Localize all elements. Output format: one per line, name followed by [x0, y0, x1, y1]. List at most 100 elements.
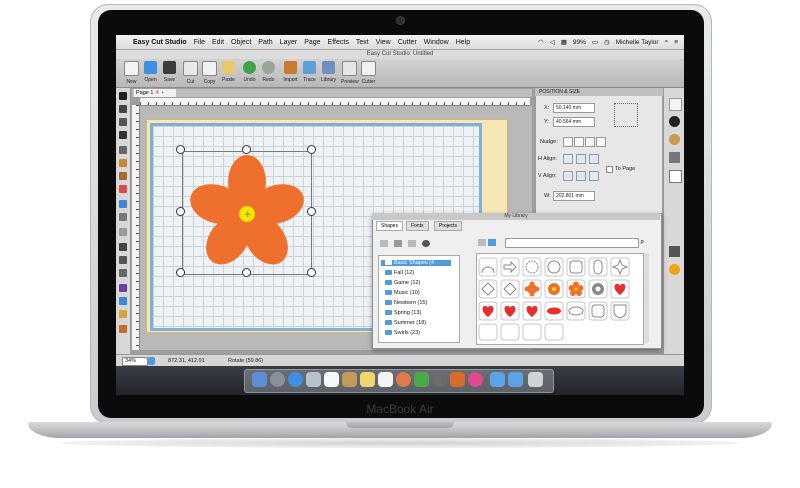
- downloads-folder-icon[interactable]: [490, 372, 505, 387]
- align-left-button[interactable]: [563, 154, 573, 164]
- hand-tool-icon[interactable]: [119, 325, 127, 333]
- battery-percent[interactable]: 99%: [573, 39, 586, 46]
- shape-thumb-pill[interactable]: [588, 257, 608, 277]
- toolbar-preview-button[interactable]: Preview: [341, 61, 359, 85]
- toolbar-open-button[interactable]: Open: [142, 61, 159, 83]
- toolbar-undo-button[interactable]: Undo: [241, 61, 258, 83]
- shape-thumb-arch[interactable]: [478, 257, 498, 277]
- library-tab-shapes[interactable]: Shapes: [376, 221, 403, 231]
- pen-tool-icon[interactable]: [119, 243, 127, 251]
- nudge-left-button[interactable]: [563, 137, 573, 147]
- documents-folder-icon[interactable]: [508, 372, 523, 387]
- shape-thumb-heart-2[interactable]: [478, 301, 498, 321]
- shape-thumb-partial-2[interactable]: [500, 323, 520, 341]
- add-page-icon[interactable]: +: [161, 90, 164, 96]
- shape-thumb-shield[interactable]: [610, 301, 630, 321]
- library-search-input[interactable]: [505, 238, 639, 248]
- duplicate-icon[interactable]: [408, 240, 416, 247]
- wifi-icon[interactable]: ◠: [538, 38, 544, 46]
- reference-point-selector[interactable]: [614, 103, 638, 127]
- rectangle-tool-icon[interactable]: [119, 200, 127, 208]
- tree-item-fall[interactable]: Fall (12): [385, 270, 414, 276]
- shape-thumb-gear[interactable]: [588, 279, 608, 299]
- x-input[interactable]: 50.140 mm: [553, 103, 595, 113]
- align-center-button[interactable]: [576, 154, 586, 164]
- tree-item-swirls[interactable]: Swirls (23): [385, 330, 420, 336]
- shape-thumb-oval[interactable]: [566, 301, 586, 321]
- contacts-icon[interactable]: [342, 372, 357, 387]
- shape-thumb-star4[interactable]: [610, 257, 630, 277]
- menu-page[interactable]: Page: [304, 39, 320, 46]
- menu-cutter[interactable]: Cutter: [398, 39, 417, 46]
- knife-tool-icon[interactable]: [119, 146, 127, 154]
- menu-help[interactable]: Help: [456, 39, 470, 46]
- menu-layer[interactable]: Layer: [280, 39, 298, 46]
- toolbar-cutter-button[interactable]: Cutter: [360, 61, 377, 85]
- shape-thumb-circle[interactable]: [544, 257, 564, 277]
- shape-thumb-lips[interactable]: [544, 301, 564, 321]
- mail-icon[interactable]: [306, 372, 321, 387]
- weld-tool-icon[interactable]: [119, 256, 127, 264]
- finder-icon[interactable]: [252, 372, 267, 387]
- zoom-field[interactable]: 34%: [122, 357, 148, 366]
- list-view-icon[interactable]: [478, 239, 486, 246]
- tree-item-basic-shapes[interactable]: Basic Shapes (4: [381, 260, 451, 266]
- user-name[interactable]: Michelle Taylor: [616, 39, 659, 46]
- w-input[interactable]: 202.801 mm: [553, 191, 595, 201]
- menu-app-name[interactable]: Easy Cut Studio: [133, 39, 187, 46]
- close-tab-icon[interactable]: ✕: [155, 90, 160, 96]
- itunes-icon[interactable]: [468, 372, 483, 387]
- tree-item-summer[interactable]: Summer (18): [385, 320, 426, 326]
- shape-thumb-rounded-diamond[interactable]: [500, 279, 520, 299]
- toolbar-paste-button[interactable]: Paste: [220, 61, 237, 83]
- zoom-tool-icon[interactable]: [119, 297, 127, 305]
- brush-tool-icon[interactable]: [119, 172, 127, 180]
- align-top-button[interactable]: [563, 171, 573, 181]
- document-panel-icon[interactable]: [669, 98, 682, 111]
- resize-handle-bottom-left[interactable]: [176, 268, 185, 277]
- search-icon[interactable]: ⌕: [640, 238, 648, 246]
- move-panel-icon[interactable]: [669, 116, 680, 127]
- menu-effects[interactable]: Effects: [328, 39, 349, 46]
- tree-item-music[interactable]: Music (10): [385, 290, 420, 296]
- trash-icon[interactable]: [394, 240, 402, 247]
- facetime-icon[interactable]: [414, 372, 429, 387]
- tree-item-newborn[interactable]: Newborn (15): [385, 300, 427, 306]
- shape-thumb-heart[interactable]: [610, 279, 630, 299]
- shape-thumb-partial-4[interactable]: [544, 323, 564, 341]
- shape-thumb-flower-spiky[interactable]: [544, 279, 564, 299]
- text-tool-icon[interactable]: [119, 131, 127, 139]
- toolbar-redo-button[interactable]: Redo: [260, 61, 277, 83]
- fill-tool-icon[interactable]: [119, 284, 127, 292]
- menu-object[interactable]: Object: [231, 39, 251, 46]
- battery-icon[interactable]: ▭: [592, 38, 598, 46]
- align-bottom-button[interactable]: [589, 171, 599, 181]
- text-panel-icon[interactable]: [669, 170, 682, 183]
- shape-thumb-diamond[interactable]: [478, 279, 498, 299]
- calendar-icon[interactable]: [324, 372, 339, 387]
- shape-thumb-flower-orange[interactable]: [522, 279, 542, 299]
- y-input[interactable]: 40.564 mm: [553, 117, 595, 127]
- toolbar-new-button[interactable]: New: [123, 61, 140, 85]
- align-right-button[interactable]: [589, 154, 599, 164]
- align-middle-button[interactable]: [576, 171, 586, 181]
- distort-tool-icon[interactable]: [119, 269, 127, 277]
- search-icon[interactable]: ⌕: [665, 38, 669, 46]
- shape-thumb-flower-five[interactable]: [566, 279, 586, 299]
- shape-thumb-partial-1[interactable]: [478, 323, 498, 341]
- toolbar-save-button[interactable]: Save: [161, 61, 178, 83]
- color-palette-icon[interactable]: [669, 134, 680, 145]
- list-icon[interactable]: ≡: [674, 39, 678, 46]
- shape-tool-icon[interactable]: [119, 118, 127, 126]
- menu-path[interactable]: Path: [258, 39, 272, 46]
- volume-icon[interactable]: ◁: [550, 38, 555, 46]
- clock-icon[interactable]: ◷: [604, 38, 610, 46]
- resize-handle-top-right[interactable]: [307, 145, 316, 154]
- system-preferences-icon[interactable]: [432, 372, 447, 387]
- tree-item-game[interactable]: Game (12): [385, 280, 420, 286]
- library-scrollbar[interactable]: [644, 253, 649, 343]
- toolbar-import-button[interactable]: Import: [282, 61, 299, 83]
- crop-tool-icon[interactable]: [119, 228, 127, 236]
- help-icon[interactable]: [669, 264, 680, 275]
- resize-handle-left[interactable]: [176, 207, 185, 216]
